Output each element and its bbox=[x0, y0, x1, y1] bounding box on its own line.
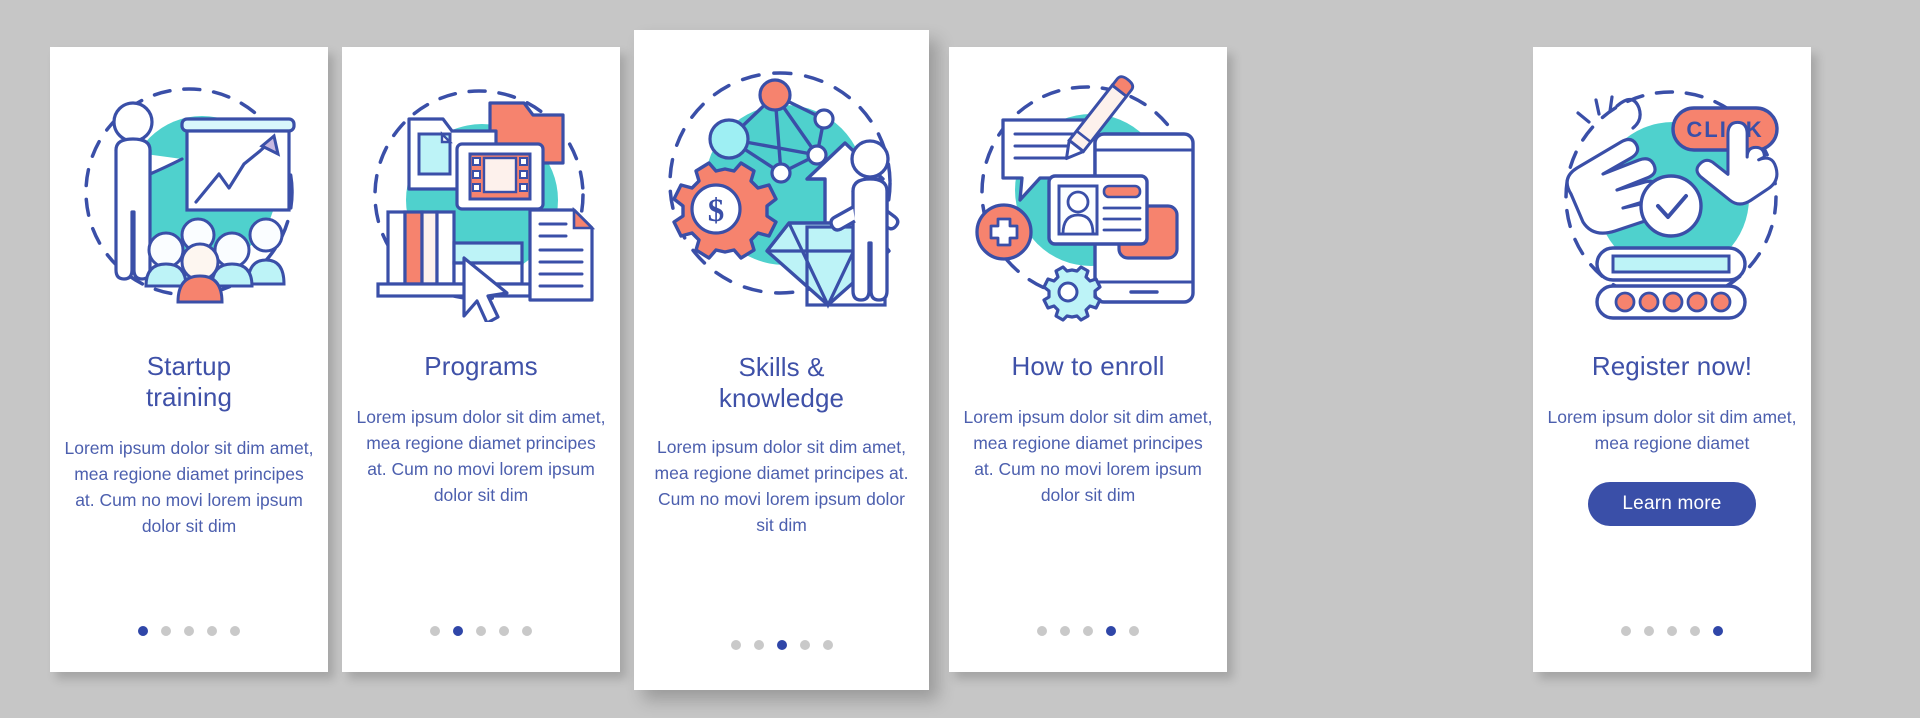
card-body-text: Lorem ipsum dolor sit dim amet, mea regi… bbox=[356, 407, 606, 505]
card-title: Startup training bbox=[145, 351, 233, 412]
onboarding-card-how-to-enroll[interactable]: How to enroll Lorem ipsum dolor sit dim … bbox=[949, 47, 1227, 672]
pagination-dot-1[interactable] bbox=[430, 626, 440, 636]
pagination-dot-5[interactable] bbox=[822, 640, 833, 650]
pagination-dots[interactable] bbox=[634, 640, 929, 650]
illustration-tablet-id-card-pencil bbox=[949, 47, 1227, 347]
onboarding-card-startup-training[interactable]: Startup training Lorem ipsum dolor sit di… bbox=[50, 47, 328, 672]
pagination-dot-5[interactable] bbox=[230, 626, 240, 636]
card-body-text: Lorem ipsum dolor sit dim amet, mea regi… bbox=[963, 407, 1213, 505]
pagination-dot-2[interactable] bbox=[753, 640, 764, 650]
pagination-dots[interactable] bbox=[50, 626, 328, 636]
pagination-dot-3[interactable] bbox=[1083, 626, 1093, 636]
onboarding-screens-stage: Startup training Lorem ipsum dolor sit di… bbox=[0, 0, 1920, 718]
card-body-text: Lorem ipsum dolor sit dim amet, mea regi… bbox=[654, 437, 909, 535]
card-title: Skills & knowledge bbox=[718, 352, 845, 413]
pagination-dot-1[interactable] bbox=[730, 640, 741, 650]
illustration-presenter-chart-audience bbox=[50, 47, 328, 347]
learn-more-button[interactable]: Learn more bbox=[1588, 482, 1756, 526]
card-title: Register now! bbox=[1591, 351, 1753, 381]
pagination-dot-4[interactable] bbox=[499, 626, 509, 636]
onboarding-card-programs[interactable]: Programs Lorem ipsum dolor sit dim amet,… bbox=[342, 47, 620, 672]
card-body-text: Lorem ipsum dolor sit dim amet, mea regi… bbox=[64, 438, 314, 536]
pagination-dot-3[interactable] bbox=[476, 626, 486, 636]
pagination-dots[interactable] bbox=[342, 626, 620, 636]
pagination-dot-4[interactable] bbox=[799, 640, 810, 650]
pagination-dot-2[interactable] bbox=[161, 626, 171, 636]
pagination-dot-3[interactable] bbox=[1667, 626, 1677, 636]
pagination-dots[interactable] bbox=[949, 626, 1227, 636]
pagination-dot-4[interactable] bbox=[207, 626, 217, 636]
pagination-dot-4[interactable] bbox=[1106, 626, 1116, 636]
dollar-sign-label: $ bbox=[707, 193, 724, 229]
pagination-dot-5[interactable] bbox=[1129, 626, 1139, 636]
pagination-dot-1[interactable] bbox=[138, 626, 148, 636]
onboarding-card-register-now[interactable]: CLICK Register now! Lorem ipsum dolor si… bbox=[1533, 47, 1811, 672]
pagination-dot-3[interactable] bbox=[184, 626, 194, 636]
pagination-dot-2[interactable] bbox=[1644, 626, 1654, 636]
card-title: How to enroll bbox=[1011, 351, 1165, 381]
pagination-dot-1[interactable] bbox=[1037, 626, 1047, 636]
pagination-dots[interactable] bbox=[1533, 626, 1811, 636]
illustration-hands-click-form: CLICK bbox=[1533, 47, 1811, 347]
card-body-text: Lorem ipsum dolor sit dim amet, mea regi… bbox=[1547, 407, 1797, 453]
pagination-dot-2[interactable] bbox=[453, 626, 463, 636]
click-button-label: CLICK bbox=[1686, 117, 1763, 142]
illustration-folders-media-books-document bbox=[342, 47, 620, 347]
pagination-dot-4[interactable] bbox=[1690, 626, 1700, 636]
card-title: Programs bbox=[424, 351, 538, 381]
pagination-dot-5[interactable] bbox=[522, 626, 532, 636]
pagination-dot-1[interactable] bbox=[1621, 626, 1631, 636]
illustration-network-gear-diamond-person: $ bbox=[634, 30, 929, 348]
onboarding-card-skills-knowledge[interactable]: $ Skills & knowledge Lorem ipsum dolor si… bbox=[634, 30, 929, 690]
pagination-dot-5[interactable] bbox=[1713, 626, 1723, 636]
pagination-dot-2[interactable] bbox=[1060, 626, 1070, 636]
pagination-dot-3[interactable] bbox=[776, 640, 787, 650]
